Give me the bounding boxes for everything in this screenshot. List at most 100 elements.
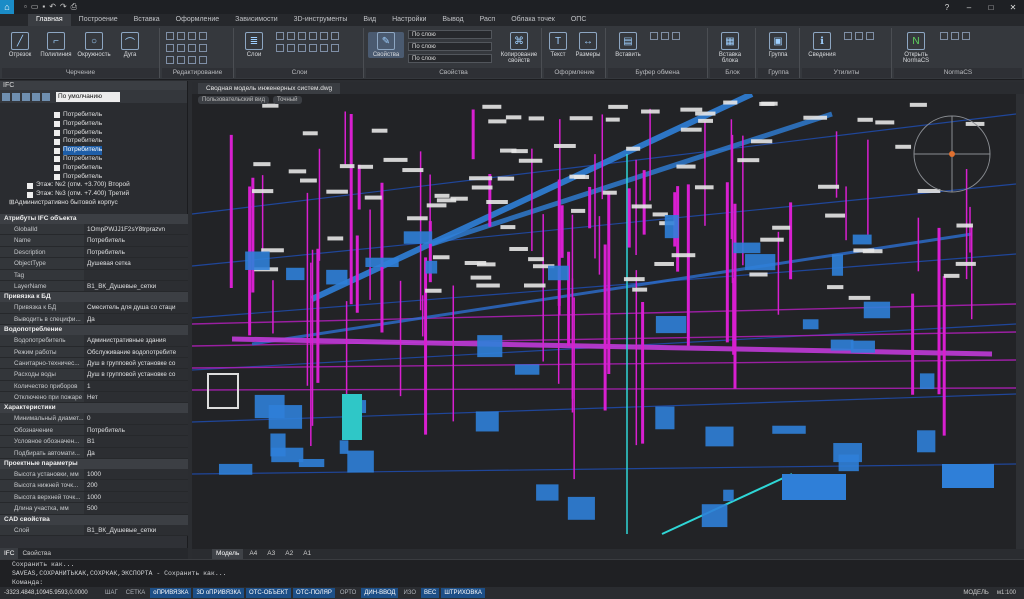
property-row[interactable]: Высота верхней точк... 1000	[0, 491, 188, 504]
dimensions-button[interactable]: ↔ Размеры	[572, 32, 604, 58]
maximize-icon[interactable]: □	[980, 3, 1002, 12]
visual-style-label[interactable]: Точный	[272, 96, 302, 104]
property-value[interactable]: 1000	[84, 491, 188, 503]
property-value[interactable]: Нет	[84, 392, 188, 403]
refresh-icon[interactable]	[32, 92, 40, 101]
property-value[interactable]: Смеситель для душа со стаци	[84, 302, 188, 313]
property-section-header[interactable]: CAD свойства	[0, 514, 188, 525]
property-value[interactable]: 200	[84, 480, 188, 491]
tree-item[interactable]: Этаж: №3 (отм. +7.400) Третий	[0, 190, 187, 199]
status-toggle[interactable]: 3D оПРИВЯЗКА	[193, 588, 245, 598]
tab-a1[interactable]: A1	[299, 549, 315, 559]
property-value[interactable]: 500	[84, 503, 188, 514]
tree-checkbox[interactable]	[54, 112, 60, 119]
tree-item[interactable]: Потребитель	[0, 164, 187, 173]
status-toggle[interactable]: ШАГ	[102, 588, 121, 598]
engineering-model-3d[interactable]	[192, 94, 1016, 549]
status-toggle[interactable]: ШТРИХОВКА	[441, 588, 485, 598]
tab-ifc[interactable]: IFC	[0, 548, 19, 559]
tab-model[interactable]: Модель	[212, 549, 244, 559]
status-toggle[interactable]: ОРТО	[337, 588, 359, 598]
filter-icon[interactable]	[22, 92, 30, 101]
copy-properties-button[interactable]: ⌘ Копирование свойств	[498, 32, 540, 64]
property-row[interactable]: Слой В1_ВК_Душевые_сетки	[0, 524, 188, 536]
tree-checkbox[interactable]	[54, 147, 60, 154]
print-icon[interactable]: ⎙	[71, 2, 77, 12]
property-section-header[interactable]: Характеристики	[0, 403, 188, 414]
property-row[interactable]: Минимальный диамет... 0	[0, 413, 188, 425]
clipboard-tools[interactable]	[650, 32, 680, 40]
property-value[interactable]: В1_ВК_Душевые_сетки	[84, 280, 188, 292]
tree-checkbox[interactable]	[54, 138, 60, 145]
property-section-header[interactable]: Проектные параметры	[0, 459, 188, 470]
help-icon[interactable]: ?	[936, 3, 958, 12]
layer-tools-row1[interactable]	[276, 32, 339, 40]
annotation-scale[interactable]: м1:100	[997, 590, 1016, 596]
property-row[interactable]: LayerName В1_ВК_Душевые_сетки	[0, 280, 188, 293]
property-row[interactable]: GlobalId 1OmpPWJJ1F2sY8trprazvn	[0, 224, 188, 236]
property-row[interactable]: Tag	[0, 269, 188, 281]
tab-a4[interactable]: A4	[245, 549, 261, 559]
property-row[interactable]: Санитарно-техничес... Душ в групповой уст…	[0, 357, 188, 370]
tree-checkbox[interactable]	[54, 165, 60, 172]
ribbon-tab[interactable]: Вывод	[434, 14, 471, 26]
property-row[interactable]: Расходы воды Душ в групповой установке со	[0, 369, 188, 381]
property-value[interactable]: 0	[84, 413, 188, 424]
ribbon-tab[interactable]: Вид	[355, 14, 384, 26]
tree-checkbox[interactable]	[27, 182, 33, 189]
tree-item[interactable]: Потребитель	[0, 120, 187, 129]
status-toggle[interactable]: оПРИВЯЗКА	[150, 588, 192, 598]
close-icon[interactable]: ✕	[1002, 3, 1024, 12]
command-prompt[interactable]: Команда:	[0, 578, 1024, 587]
property-value[interactable]: Душ в групповой установке со	[84, 357, 188, 369]
tree-checkbox[interactable]	[54, 129, 60, 136]
paste-button[interactable]: ▤ Вставить	[610, 32, 646, 58]
undo-icon[interactable]: ↶	[49, 2, 56, 12]
property-value[interactable]: Потребитель	[84, 424, 188, 436]
property-row[interactable]: Обозначение Потребитель	[0, 424, 188, 437]
property-row[interactable]: Количество приборов 1	[0, 380, 188, 393]
tab-properties[interactable]: Свойства	[18, 548, 55, 559]
minimize-icon[interactable]: –	[958, 3, 980, 12]
polyline-button[interactable]: ⌐ Полилиния	[38, 32, 74, 58]
edit-tools-row2[interactable]	[166, 44, 207, 52]
settings-icon[interactable]	[42, 92, 50, 101]
lineweight-select[interactable]: По слою	[408, 54, 492, 63]
property-value[interactable]: 1	[84, 380, 188, 392]
ribbon-tab[interactable]: Построение	[71, 14, 126, 26]
ribbon-tab[interactable]: Оформление	[168, 14, 227, 26]
filter-select[interactable]: По умолчанию	[56, 91, 120, 102]
model-space-toggle[interactable]: МОДЕЛЬ	[963, 590, 988, 596]
property-value[interactable]: Душевая сетка	[84, 258, 188, 269]
info-button[interactable]: ℹ Сведения	[804, 32, 840, 58]
ribbon-tab[interactable]: Вставка	[126, 14, 168, 26]
tree-checkbox[interactable]	[54, 121, 60, 128]
arc-button[interactable]: ⌒ Дуга	[112, 32, 148, 58]
property-row[interactable]: Отключено при пожаре Нет	[0, 392, 188, 404]
property-row[interactable]: Водопотребитель Административные здания	[0, 335, 188, 347]
ribbon-tab[interactable]: Расп	[472, 14, 504, 26]
status-toggle[interactable]: ВЕС	[421, 588, 440, 598]
property-value[interactable]: Потребитель	[84, 246, 188, 258]
model-viewport[interactable]: Пользовательский вид Точный	[192, 94, 1016, 549]
ribbon-tab[interactable]: Зависимости	[227, 14, 285, 26]
status-toggle[interactable]: ИЗО	[400, 588, 419, 598]
property-row[interactable]: Высота нижней точк... 200	[0, 480, 188, 492]
ribbon-tab[interactable]: Главная	[28, 14, 71, 26]
property-value[interactable]: Административные здания	[84, 335, 188, 346]
tab-a2[interactable]: A2	[281, 549, 297, 559]
vertical-scrollbar[interactable]	[1016, 94, 1024, 549]
layers-button[interactable]: ≣ Слои	[236, 32, 272, 58]
property-row[interactable]: Привязка к БД Смеситель для душа со стаци	[0, 302, 188, 314]
new-file-icon[interactable]: ▫	[24, 2, 27, 12]
properties-button[interactable]: ✎ Свойства	[368, 32, 404, 58]
tree-item[interactable]: ⊞ Административно бытовой корпус	[0, 199, 187, 208]
edit-tools-row3[interactable]	[166, 56, 207, 64]
status-toggle[interactable]: ОТС-ОБЪЕКТ	[246, 588, 292, 598]
ribbon-tab[interactable]: ОПС	[563, 14, 595, 26]
property-row[interactable]: Условное обозначен... В1	[0, 436, 188, 448]
group-button[interactable]: ▣ Группа	[760, 32, 796, 58]
document-tab[interactable]: Сводная модель инженерных систем.dwg	[198, 83, 341, 94]
status-toggle[interactable]: ОТС-ПОЛЯР	[293, 588, 335, 598]
insert-block-button[interactable]: ▦ Вставка блока	[712, 32, 748, 64]
